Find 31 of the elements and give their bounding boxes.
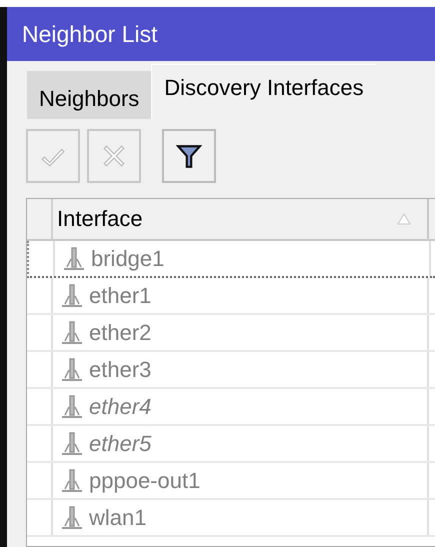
antenna-icon [61,358,83,382]
table-row[interactable]: pppoe-out1 [27,463,435,500]
table-cell: ether5 [89,430,152,456]
window-title: Neighbor List [7,7,435,61]
antenna-icon [63,246,85,270]
table-cell: bridge1 [91,246,164,272]
cross-icon [101,143,127,169]
column-header-label: Interface [57,206,143,232]
table-cell: ether4 [89,394,152,420]
antenna-icon [61,432,83,456]
antenna-icon [61,506,83,530]
antenna-icon [61,468,83,492]
table-cell: pppoe-out1 [89,468,200,494]
table-row[interactable]: ether1 [27,278,435,315]
antenna-icon [61,394,83,418]
filter-icon [176,143,202,169]
table-row[interactable]: wlan1 [27,500,435,537]
tab[interactable]: Discovery Interfaces [151,64,376,119]
filter-button[interactable] [162,129,216,183]
table-row[interactable]: ether5 [27,426,435,463]
table-cell: wlan1 [89,504,146,530]
table-cell: ether2 [89,320,152,346]
table-cell: ether3 [89,356,152,382]
table-row[interactable]: bridge1 [27,241,435,278]
antenna-icon [61,320,83,344]
table-cell: ether1 [89,282,152,308]
tab[interactable]: Neighbors [27,71,152,119]
table-row[interactable]: ether4 [27,389,435,426]
antenna-icon [61,284,83,308]
table-row[interactable]: ether2 [27,315,435,352]
table-row[interactable]: ether3 [27,352,435,389]
